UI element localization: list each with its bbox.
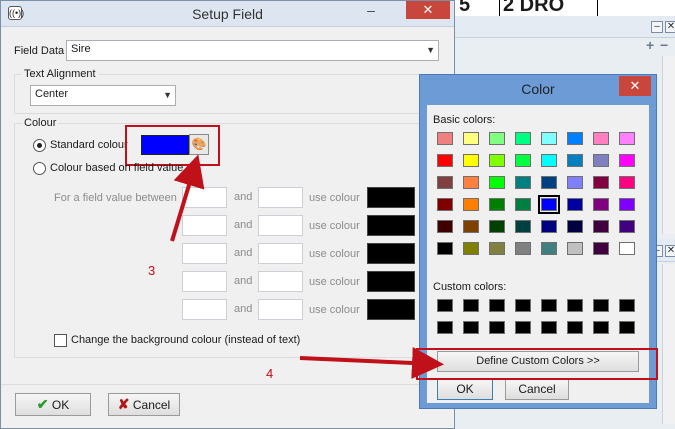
annotation-step-3: 3: [148, 263, 156, 278]
annotation-arrow-3: [170, 154, 205, 242]
annotation-step-4: 4: [266, 366, 274, 381]
highlight-box-define: [416, 348, 658, 380]
annotation-overlay: [170, 154, 658, 380]
annotation-arrow-4: [299, 346, 444, 379]
